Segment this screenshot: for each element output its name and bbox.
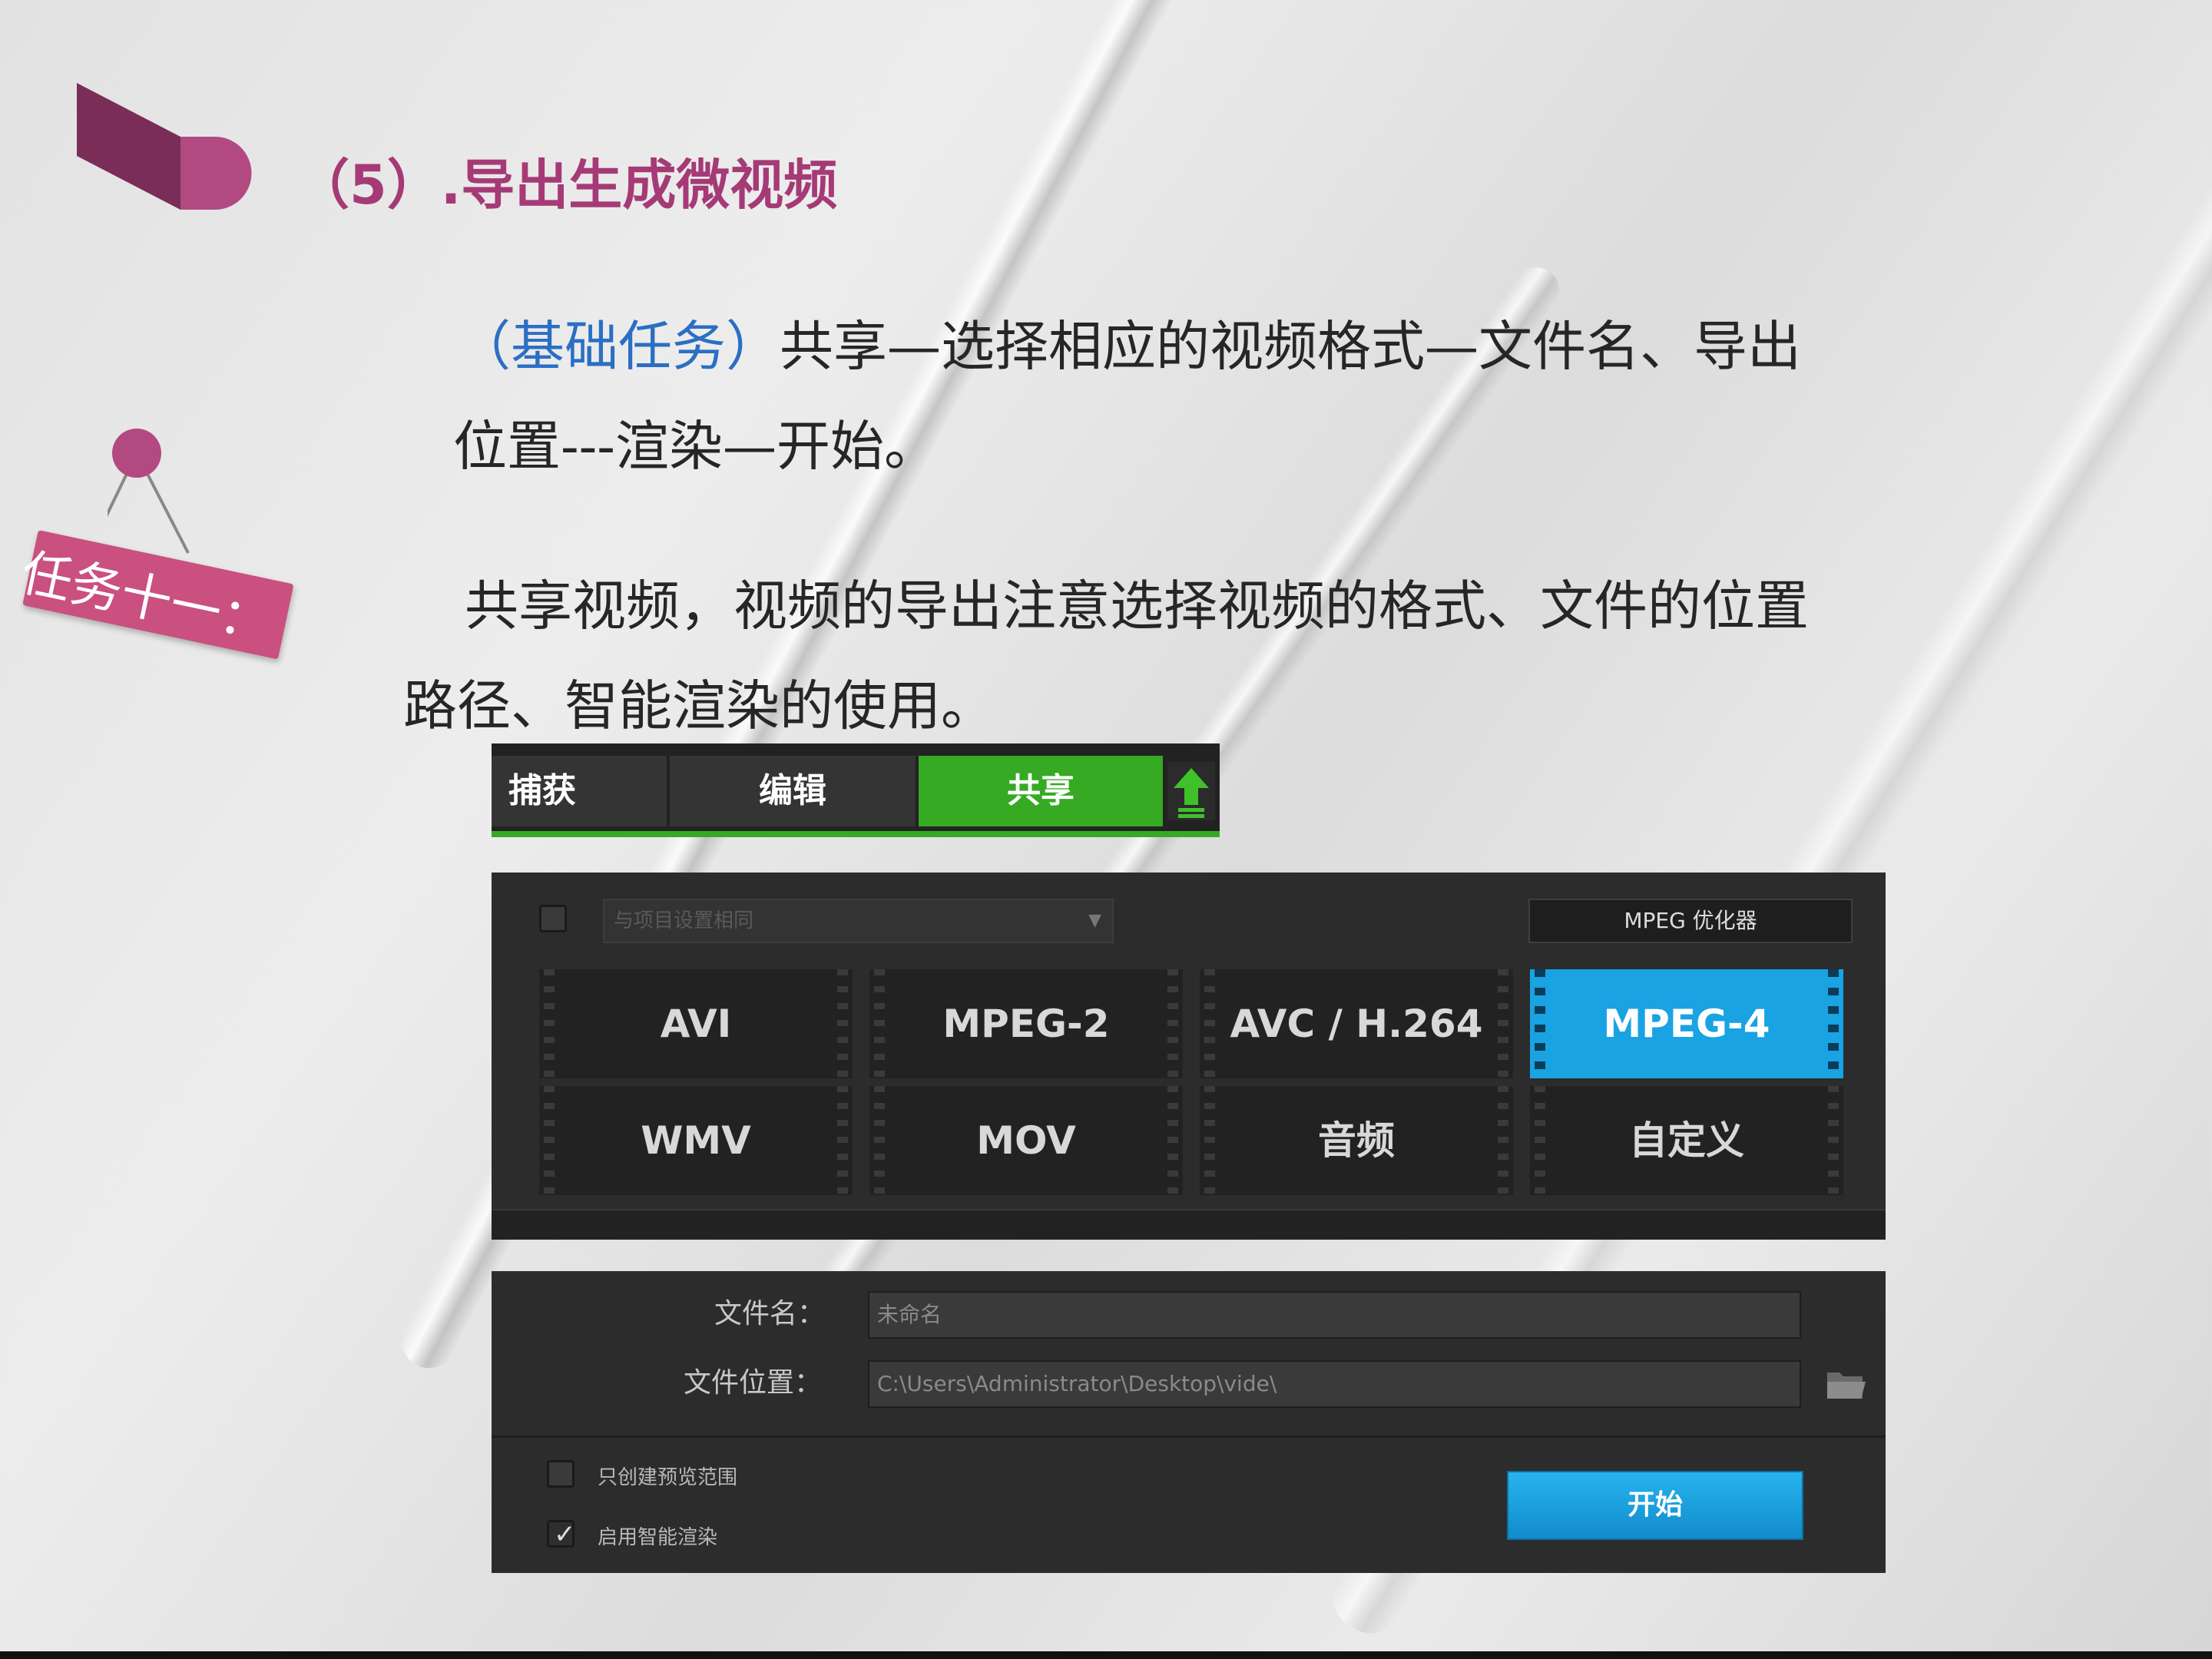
tab-capture[interactable]: 捕获 (492, 756, 667, 826)
preview-range-only-label: 只创建预览范围 (598, 1466, 738, 1489)
bottom-border (0, 1651, 2212, 1659)
tab-edit[interactable]: 编辑 (670, 756, 916, 826)
upload-icon[interactable] (1167, 762, 1215, 820)
format-mov-button[interactable]: MOV (869, 1086, 1183, 1195)
format-custom-button[interactable]: 自定义 (1530, 1086, 1843, 1195)
basic-task-label: （基础任务） (457, 315, 780, 378)
format-mpeg4-button[interactable]: MPEG-4 (1530, 969, 1843, 1078)
paragraph-1-text: 共享—选择相应的视频格式—文件名、导出 (780, 315, 1801, 378)
title-decoration-icon (77, 83, 252, 210)
panel-divider (492, 1435, 1886, 1438)
active-tab-underline (492, 831, 1220, 837)
format-avi-button[interactable]: AVI (539, 969, 853, 1078)
folder-icon[interactable] (1824, 1363, 1867, 1403)
filename-label: 文件名： (714, 1298, 826, 1330)
paragraph-1-line-2: 位置---渲染—开始。 (453, 415, 938, 478)
same-as-project-checkbox[interactable] (539, 905, 567, 932)
tab-share[interactable]: 共享 (919, 756, 1163, 826)
smart-render-label: 启用智能渲染 (598, 1526, 718, 1549)
format-audio-button[interactable]: 音频 (1200, 1086, 1513, 1195)
chevron-down-icon: ▼ (1088, 911, 1101, 930)
filename-field[interactable]: 未命名 (868, 1291, 1801, 1339)
paragraph-2-line-1: 共享视频，视频的导出注意选择视频的格式、文件的位置 (465, 575, 1809, 637)
mpeg-optimizer-button[interactable]: MPEG 优化器 (1528, 899, 1853, 943)
paragraph-2-line-2: 路径、智能渲染的使用。 (403, 674, 995, 737)
smart-render-checkbox[interactable]: ✓ (547, 1519, 576, 1550)
preview-range-only-checkbox[interactable] (547, 1460, 575, 1488)
format-panel: 与项目设置相同 ▼ MPEG 优化器 AVI MPEG-2 AVC / H.26… (492, 873, 1886, 1240)
format-wmv-button[interactable]: WMV (539, 1086, 853, 1195)
file-location-field[interactable]: C:\Users\Administrator\Desktop\vide\ (868, 1360, 1801, 1408)
paragraph-1-line-1: （基础任务）共享—选择相应的视频格式—文件名、导出 (457, 303, 1801, 381)
format-mpeg2-button[interactable]: MPEG-2 (869, 969, 1183, 1078)
slide-title: （5）.导出生成微视频 (296, 154, 838, 217)
profile-select[interactable]: 与项目设置相同 ▼ (603, 899, 1114, 943)
workflow-tabs: 捕获 编辑 共享 (492, 743, 1220, 837)
output-panel: 文件名： 未命名 文件位置： C:\Users\Administrator\De… (492, 1271, 1886, 1573)
panel-bottom-strip (492, 1209, 1886, 1240)
format-avc-h264-button[interactable]: AVC / H.264 (1200, 969, 1513, 1078)
start-button[interactable]: 开始 (1507, 1471, 1803, 1540)
file-location-label: 文件位置： (684, 1367, 823, 1399)
profile-select-value: 与项目设置相同 (614, 909, 754, 932)
checkmark-icon: ✓ (554, 1519, 576, 1550)
